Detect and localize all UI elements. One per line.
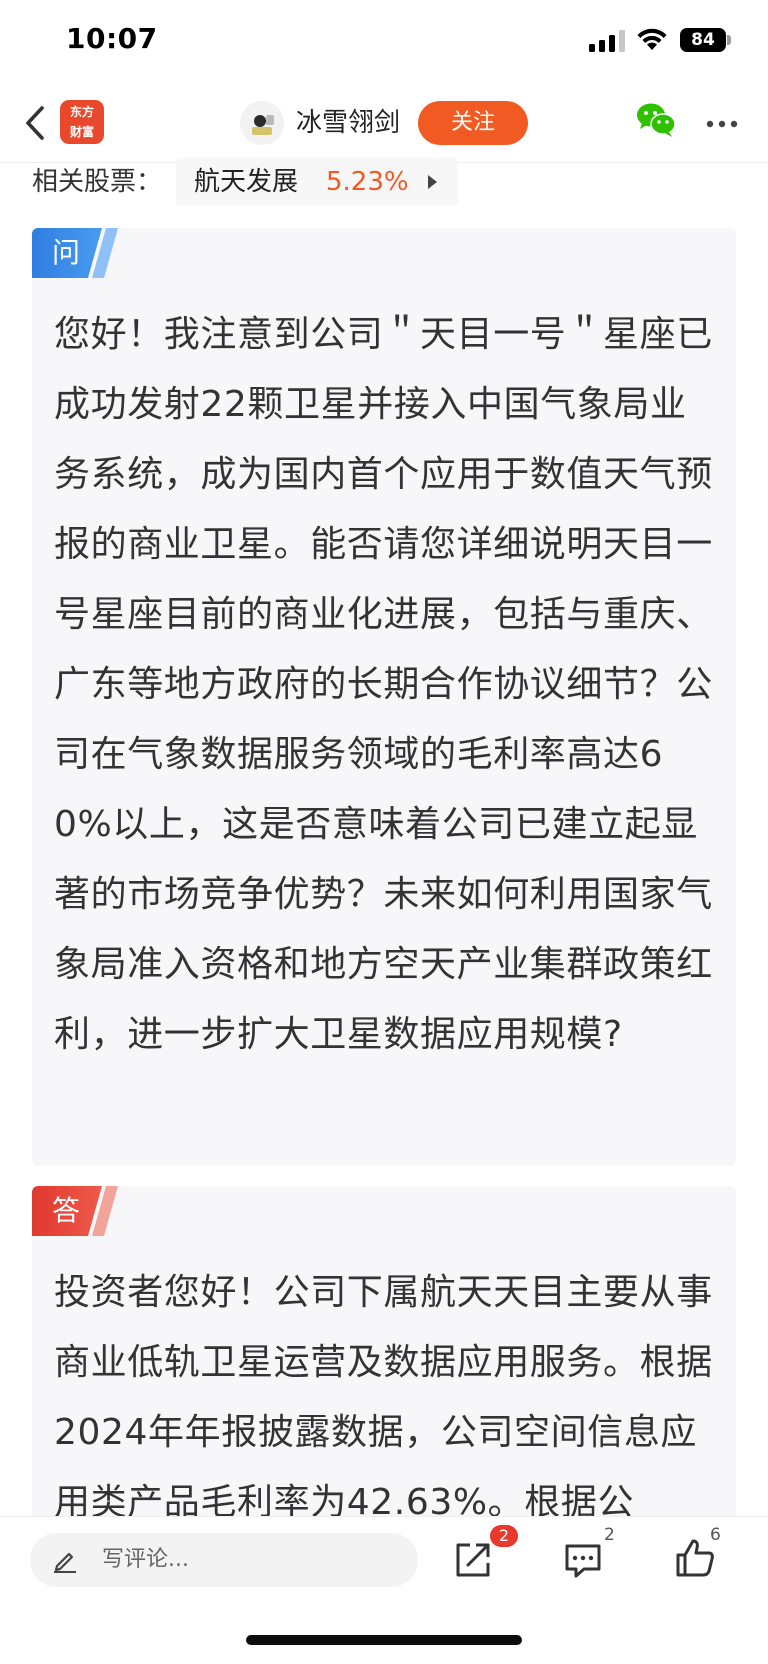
signal-icon [589,30,625,52]
more-icon[interactable] [706,120,738,128]
chevron-left-icon[interactable] [22,104,50,142]
app-logo-line2: 财富 [69,125,94,139]
comment-placeholder: 写评论... [102,1547,189,1572]
share-count-badge: 2 [490,1525,518,1547]
question-tag-label: 问 [52,236,81,269]
battery-cap [727,35,731,45]
wifi-icon [637,28,667,50]
app-logo[interactable]: 东方 财富 [60,100,104,144]
related-stocks-label: 相关股票： [32,167,163,197]
question-card: 问 您好！我注意到公司＂天目一号＂星座已成功发射22颗卫星并接入中国气象局业务系… [32,228,736,1166]
like-count: 6 [710,1525,721,1545]
avatar[interactable] [240,101,284,145]
follow-button[interactable]: 关注 [418,101,528,145]
comment-input[interactable]: 写评论... [30,1533,418,1587]
battery-icon: 84 [680,28,726,52]
home-indicator [246,1635,522,1645]
comment-icon[interactable] [562,1539,604,1581]
comment-count: 2 [604,1525,615,1545]
author-name[interactable]: 冰雪翎剑 [296,104,400,142]
question-text: 您好！我注意到公司＂天目一号＂星座已成功发射22颗卫星并接入中国气象局业务系统，… [54,314,713,1055]
share-icon[interactable] [452,1539,494,1581]
answer-tag-label: 答 [52,1194,81,1227]
status-time: 10:07 [66,22,158,55]
status-bar: 10:07 84 [0,0,768,84]
avatar-image [240,101,284,145]
answer-card: 答 投资者您好！公司下属航天天目主要从事商业低轨卫星运营及数据应用服务。根据20… [32,1186,736,1526]
stock-name: 航天发展 [194,167,299,197]
answer-text: 投资者您好！公司下属航天天目主要从事商业低轨卫星运营及数据应用服务。根据2024… [54,1272,713,1523]
stock-change: 5.23% [326,167,409,197]
pen-icon [54,1552,76,1573]
wechat-icon[interactable] [636,102,676,138]
nav-bar: 东方 财富 冰雪翎剑 关注 [0,84,768,163]
app-logo-line1: 东方 [69,105,94,119]
related-stock-chip[interactable]: 航天发展 5.23% [176,158,458,206]
caret-right-icon [428,175,437,189]
